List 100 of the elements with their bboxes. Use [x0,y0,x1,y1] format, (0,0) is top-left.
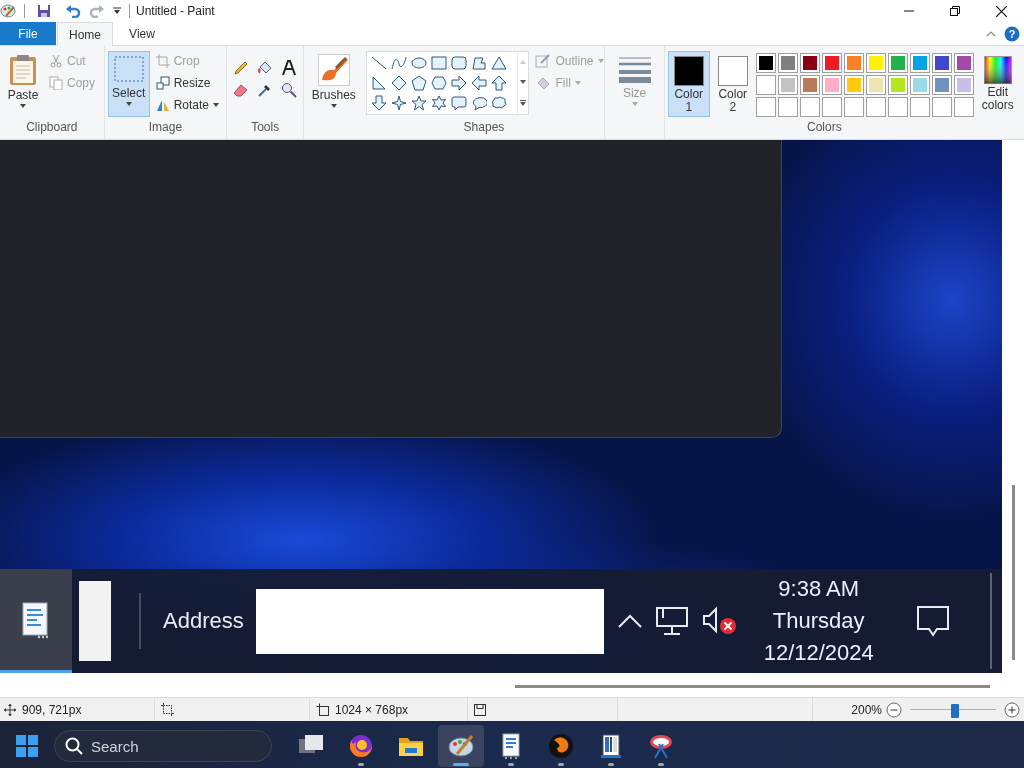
resize-icon [155,76,170,90]
chevron-up-icon[interactable] [617,614,642,628]
magnifier-icon[interactable] [281,82,298,98]
caret-icon [597,59,604,63]
ribbon-tab[interactable]: View [114,22,170,45]
fill-bucket-icon[interactable] [257,60,274,76]
help-icon[interactable]: ? [1004,25,1020,42]
hexagon-shape-icon[interactable] [431,75,448,91]
spectrum-icon [983,56,1012,84]
search-field[interactable]: Search [54,730,272,762]
file-size-icon [474,703,486,716]
outline-icon [535,53,552,69]
palette-swatch[interactable] [821,53,842,73]
address-field[interactable] [255,588,604,654]
palette-swatch[interactable] [909,75,930,95]
caret-icon [213,103,220,107]
palette-swatch[interactable] [843,75,864,95]
taskbar-app-button[interactable] [0,569,72,673]
restore-icon [950,6,960,16]
palette-swatch[interactable] [821,75,842,95]
selection-size-icon [161,703,174,716]
zoom-out-icon[interactable] [886,701,902,718]
zoom-slider[interactable] [910,703,996,716]
palette-swatch[interactable] [887,75,908,95]
palette-swatch[interactable] [777,53,798,73]
rotate-button[interactable]: Rotate [153,95,222,115]
eraser-icon[interactable] [233,82,250,98]
down-arrow-shape-icon[interactable] [371,95,388,111]
five-point-star-shape-icon[interactable] [411,95,428,111]
four-point-star-shape-icon[interactable] [391,95,408,111]
right-arrow-shape-icon[interactable] [451,75,468,91]
palette-swatch[interactable] [953,53,974,73]
diamond-shape-icon[interactable] [391,75,408,91]
text-icon[interactable] [281,60,298,76]
network-icon[interactable] [655,606,688,636]
brush-icon [317,54,350,86]
expand-gallery-icon[interactable] [520,100,527,106]
polygon-shape-icon[interactable] [471,55,488,71]
resize-button[interactable]: Resize [153,73,222,93]
group-label: Image [147,120,184,136]
oval-shape-icon[interactable] [411,55,428,71]
paint-app-icon [0,4,16,18]
palette-swatch[interactable] [799,53,820,73]
pentagon-shape-icon[interactable] [411,75,428,91]
caret-icon [631,102,638,106]
triangle-shape-icon[interactable] [491,55,508,71]
edit-colors-button[interactable]: Edit colors [975,51,1020,117]
line-shape-icon[interactable] [371,55,388,71]
palette-swatch[interactable] [865,53,886,73]
cloud-callout-shape-icon[interactable] [491,95,508,111]
paste-button[interactable]: Paste [3,51,43,117]
notification-icon[interactable] [915,605,950,637]
windows-start-icon[interactable] [16,735,38,757]
rounded-rectangle-shape-icon[interactable] [451,55,468,71]
curve-shape-icon[interactable] [391,55,408,71]
zoom-level: 200% [851,702,882,717]
ribbon-tab[interactable]: Home [57,22,113,46]
oval-callout-shape-icon[interactable] [471,95,488,111]
collapse-ribbon-icon[interactable] [986,30,996,37]
left-arrow-shape-icon[interactable] [471,75,488,91]
palette-swatch[interactable] [755,75,776,95]
right-triangle-shape-icon[interactable] [371,75,388,91]
pencil-icon[interactable] [233,60,250,76]
close-icon [995,5,1007,17]
palette-swatch[interactable] [931,53,952,73]
color-selector[interactable]: Color 1 [667,51,710,117]
up-arrow-shape-icon[interactable] [491,75,508,91]
scissors-icon [49,54,63,68]
palette-swatch[interactable] [755,53,776,73]
palette-swatch[interactable] [843,53,864,73]
zoom-slider-thumb[interactable] [950,703,959,718]
horizontal-scrollbar-thumb[interactable] [515,684,990,688]
scroll-down-icon[interactable] [520,80,527,84]
ball-icon [547,732,575,760]
muted-speaker-icon[interactable] [701,606,738,636]
rotate-icon [155,98,170,112]
select-button[interactable]: Select [107,51,150,117]
document-icon [21,600,51,639]
group-label: Tools [250,120,281,136]
rectangle-callout-shape-icon[interactable] [451,95,468,111]
vertical-scrollbar-thumb[interactable] [1011,485,1015,660]
taskbar-app-button[interactable] [438,725,484,767]
file-menu-tab[interactable]: File [0,22,56,45]
palette-swatch[interactable] [777,75,798,95]
palette-swatch[interactable] [909,53,930,73]
fox-globe-icon [347,732,375,760]
brushes-button[interactable]: Brushes [307,51,360,117]
customize-caret-icon[interactable] [113,7,121,15]
palette-swatch[interactable] [887,53,908,73]
palette-swatch[interactable] [931,75,952,95]
color-selector[interactable]: Color 2 [711,51,754,117]
group-label: Colors [806,120,843,136]
undo-icon[interactable] [65,4,81,18]
zoom-in-icon[interactable] [1004,701,1020,718]
palette-swatch[interactable] [865,75,886,95]
crop-icon [155,54,170,68]
palette-swatch[interactable] [953,75,974,95]
save-icon[interactable] [37,4,51,18]
six-point-star-shape-icon[interactable] [431,95,448,111]
palette-swatch[interactable] [799,75,820,95]
